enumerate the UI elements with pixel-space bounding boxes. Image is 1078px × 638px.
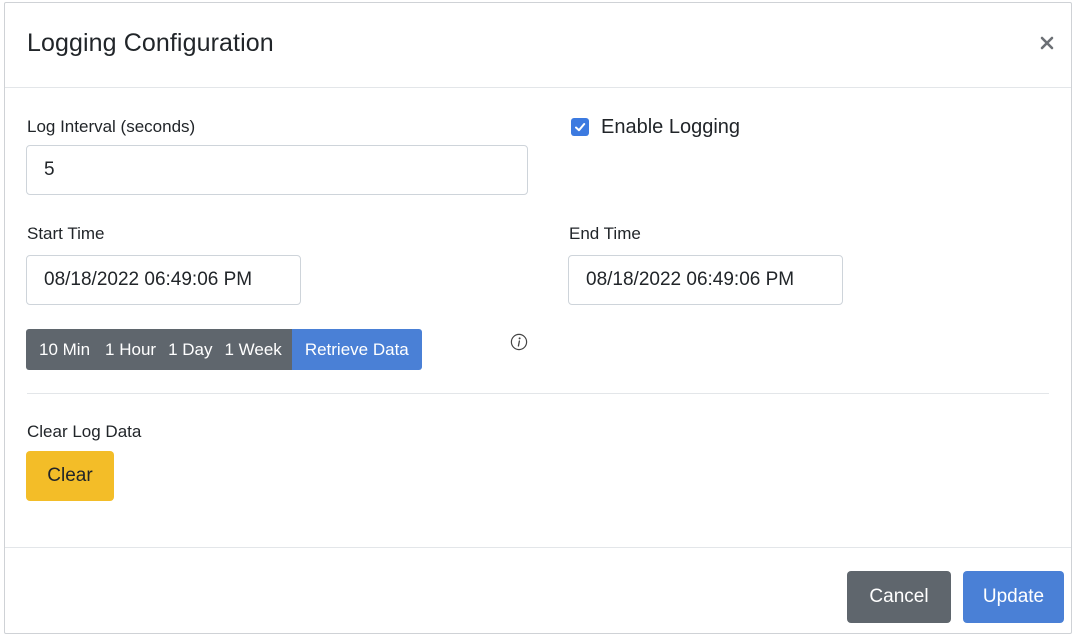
range-1-day-button[interactable]: 1 Day: [162, 329, 219, 370]
retrieve-data-button[interactable]: Retrieve Data: [291, 329, 422, 370]
cancel-button[interactable]: Cancel: [847, 571, 951, 623]
enable-logging-checkbox[interactable]: [571, 118, 589, 136]
close-button[interactable]: [1035, 31, 1059, 55]
start-time-label: Start Time: [27, 224, 105, 243]
modal-title: Logging Configuration: [27, 29, 274, 57]
time-range-button-group: 10 Min 1 Hour 1 Day 1 Week Retrieve Data: [26, 329, 422, 370]
enable-logging-label: Enable Logging: [601, 116, 741, 138]
range-10-min-button[interactable]: 10 Min: [26, 329, 100, 370]
log-interval-input[interactable]: 5: [26, 145, 528, 195]
end-time-input[interactable]: 08/18/2022 06:49:06 PM: [568, 255, 843, 305]
end-time-label: End Time: [569, 224, 641, 243]
update-button[interactable]: Update: [963, 571, 1064, 623]
info-icon[interactable]: [510, 333, 528, 351]
checkmark-icon: [575, 123, 586, 132]
clear-button[interactable]: Clear: [26, 451, 114, 501]
range-1-hour-button[interactable]: 1 Hour: [99, 329, 163, 370]
range-1-week-button[interactable]: 1 Week: [218, 329, 292, 370]
start-time-input[interactable]: 08/18/2022 06:49:06 PM: [26, 255, 301, 305]
clear-log-data-label: Clear Log Data: [27, 422, 142, 441]
close-icon: [1040, 36, 1054, 50]
section-divider: [27, 393, 1049, 394]
log-interval-label: Log Interval (seconds): [27, 117, 196, 136]
modal-header: Logging Configuration: [5, 3, 1071, 88]
logging-configuration-dialog: Logging Configuration Log Interval (seco…: [4, 2, 1072, 634]
